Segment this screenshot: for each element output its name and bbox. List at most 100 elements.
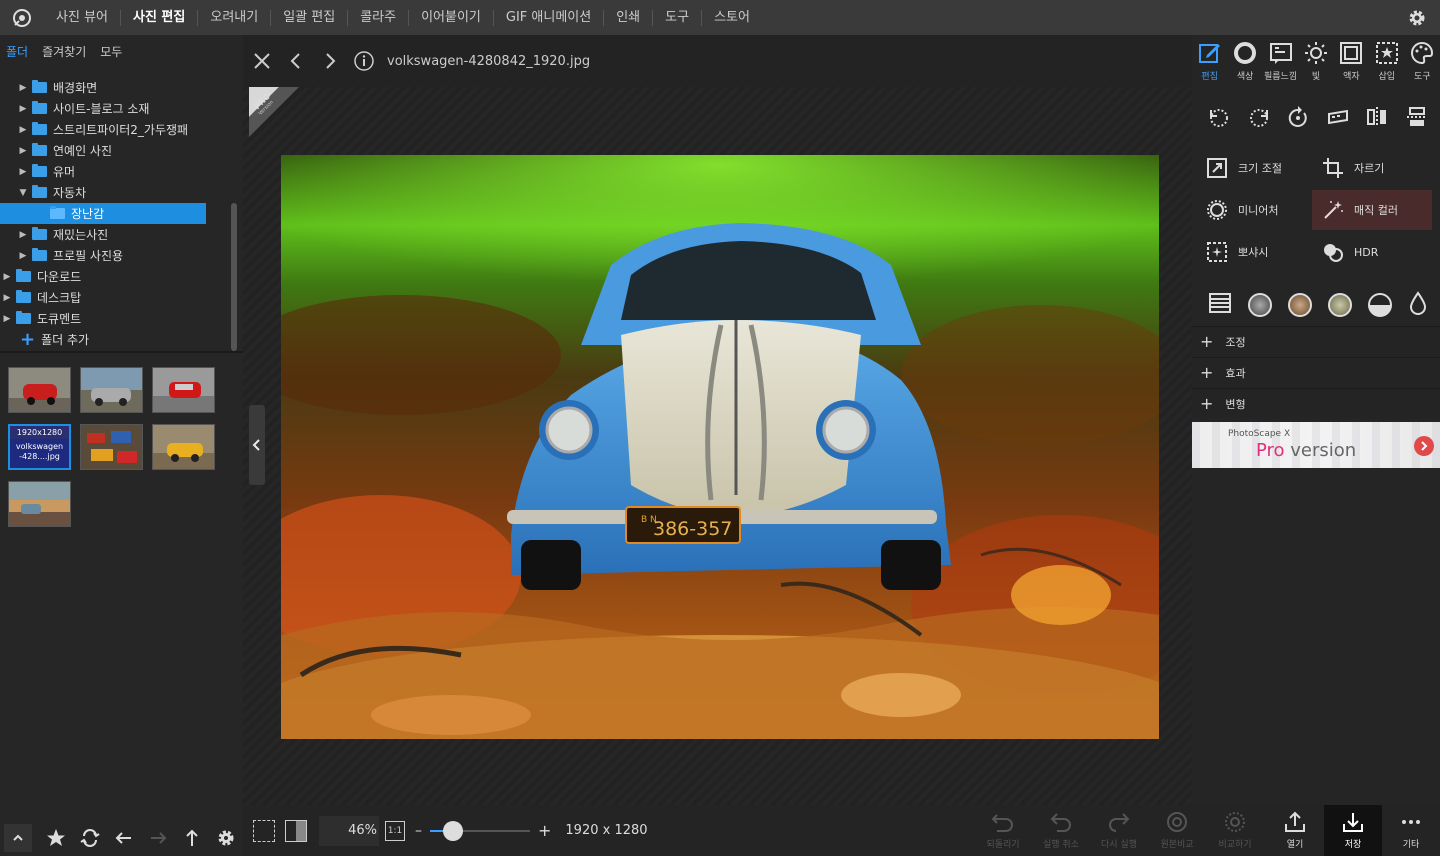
zoom-slider[interactable] xyxy=(430,820,530,841)
open-button[interactable]: 열기 xyxy=(1266,805,1324,856)
thumbnail[interactable] xyxy=(80,367,143,413)
rotate-right-icon[interactable] xyxy=(1244,102,1274,132)
zoom-slider-handle[interactable] xyxy=(442,820,463,841)
more-button[interactable]: 기타 xyxy=(1382,805,1440,856)
magic-color-button[interactable]: 매직 컬러 xyxy=(1312,190,1432,230)
filter-gray-icon[interactable] xyxy=(1248,293,1272,317)
zoom-level-box[interactable]: 46% xyxy=(319,815,379,846)
expand-arrow-icon[interactable]: ▶ xyxy=(0,314,14,324)
save-button[interactable]: 저장 xyxy=(1324,805,1382,856)
section-adjust[interactable]: + 조정 xyxy=(1192,326,1440,356)
expand-arrow-icon[interactable]: ▶ xyxy=(16,146,30,156)
favorite-star-icon[interactable] xyxy=(46,828,66,848)
expand-arrow-icon[interactable]: ▶ xyxy=(16,230,30,240)
next-image-icon[interactable] xyxy=(313,44,347,78)
banner-next-arrow-icon[interactable] xyxy=(1414,436,1434,456)
section-transform[interactable]: + 변형 xyxy=(1192,388,1440,418)
collapse-up-icon[interactable] xyxy=(4,824,32,852)
droplet-icon[interactable] xyxy=(1408,291,1428,319)
menu-lines-icon[interactable] xyxy=(1208,291,1232,319)
menu-print[interactable]: 인쇄 xyxy=(604,0,652,35)
collapse-panel-tab[interactable] xyxy=(249,405,265,485)
crop-button[interactable]: 자르기 xyxy=(1312,148,1426,188)
tab-all[interactable]: 모두 xyxy=(100,43,122,60)
expand-arrow-icon[interactable]: ▶ xyxy=(16,167,30,177)
select-region-icon[interactable] xyxy=(253,819,275,842)
tree-item[interactable]: ▶ 연예인 사진 xyxy=(0,140,230,161)
tab-edit[interactable]: 편집 xyxy=(1192,35,1227,87)
expand-arrow-icon[interactable]: ▶ xyxy=(16,251,30,261)
back-arrow-icon[interactable] xyxy=(114,828,134,848)
menu-batch[interactable]: 일괄 편집 xyxy=(271,0,347,35)
tree-item[interactable]: ▶ 사이트-블로그 소재 xyxy=(0,98,230,119)
expand-arrow-icon[interactable]: ▶ xyxy=(16,125,30,135)
thumbnail-selected[interactable]: 1920x1280 volkswagen -428....jpg xyxy=(8,424,71,470)
menu-cut-out[interactable]: 오려내기 xyxy=(198,0,270,35)
browser-settings-gear-icon[interactable] xyxy=(216,828,236,848)
collapse-arrow-icon[interactable]: ▼ xyxy=(16,188,30,198)
compare-split-icon[interactable] xyxy=(285,819,307,842)
menu-combine[interactable]: 이어붙이기 xyxy=(409,0,493,35)
rotate-90-icon[interactable] xyxy=(1283,102,1313,132)
settings-gear-icon[interactable] xyxy=(1406,7,1428,29)
edited-photo[interactable]: B N 386-357 xyxy=(281,155,1159,739)
revert-button[interactable]: 되돌리기 xyxy=(974,805,1032,856)
filter-olive-icon[interactable] xyxy=(1328,293,1352,317)
tree-item[interactable]: ▶ 프로필 사진용 xyxy=(0,245,230,266)
section-effects[interactable]: + 효과 xyxy=(1192,357,1440,387)
tree-item[interactable]: ▶ 스트리트파이터2_가두쟁패 xyxy=(0,119,230,140)
expand-arrow-icon[interactable]: ▶ xyxy=(0,272,14,282)
bloom-button[interactable]: 뽀샤시 xyxy=(1196,232,1310,272)
thumbnail[interactable] xyxy=(8,367,71,413)
close-icon[interactable] xyxy=(245,44,279,78)
tree-item[interactable]: ▼ 자동차 xyxy=(0,182,230,203)
tab-tools[interactable]: 도구 xyxy=(1405,35,1440,87)
zoom-in-icon[interactable]: + xyxy=(538,821,551,840)
up-arrow-icon[interactable] xyxy=(182,828,202,848)
flip-vertical-icon[interactable] xyxy=(1402,102,1432,132)
menu-photo-editor[interactable]: 사진 편집 xyxy=(121,0,197,35)
tab-insert[interactable]: 삽입 xyxy=(1369,35,1404,87)
tree-item-selected[interactable]: 장난감 xyxy=(0,203,206,224)
straighten-icon[interactable] xyxy=(1323,102,1353,132)
expand-arrow-icon[interactable]: ▶ xyxy=(16,104,30,114)
tab-favorites[interactable]: 즐겨찾기 xyxy=(42,43,86,60)
zoom-out-icon[interactable]: – xyxy=(415,823,422,839)
add-folder-button[interactable]: + 폴더 추가 xyxy=(0,329,230,350)
resize-button[interactable]: 크기 조절 xyxy=(1196,148,1310,188)
filter-sepia-icon[interactable] xyxy=(1288,293,1312,317)
tree-item[interactable]: ▶ 배경화면 xyxy=(0,77,230,98)
refresh-icon[interactable] xyxy=(80,828,100,848)
tab-frame[interactable]: 액자 xyxy=(1334,35,1369,87)
compare-button[interactable]: 비교하기 xyxy=(1206,805,1264,856)
menu-tools[interactable]: 도구 xyxy=(653,0,701,35)
app-logo-icon[interactable] xyxy=(0,0,44,35)
tab-film[interactable]: 필름느낌 xyxy=(1263,35,1298,87)
forward-arrow-icon[interactable] xyxy=(148,828,168,848)
hdr-button[interactable]: HDR xyxy=(1312,232,1426,272)
undo-button[interactable]: 실행 취소 xyxy=(1032,805,1090,856)
thumbnail[interactable] xyxy=(8,481,71,527)
menu-store[interactable]: 스토어 xyxy=(702,0,762,35)
original-compare-button[interactable]: 원본비교 xyxy=(1148,805,1206,856)
previous-image-icon[interactable] xyxy=(279,44,313,78)
tree-item[interactable]: ▶ 다운로드 xyxy=(0,266,230,287)
thumbnail[interactable] xyxy=(80,424,143,470)
tree-scrollbar[interactable] xyxy=(231,203,237,351)
menu-gif-animation[interactable]: GIF 애니메이션 xyxy=(494,0,603,35)
menu-collage[interactable]: 콜라주 xyxy=(348,0,408,35)
filter-contrast-icon[interactable] xyxy=(1368,293,1392,317)
tree-item[interactable]: ▶ 유머 xyxy=(0,161,230,182)
tab-light[interactable]: 빛 xyxy=(1298,35,1333,87)
tab-color[interactable]: 색상 xyxy=(1227,35,1262,87)
expand-arrow-icon[interactable]: ▶ xyxy=(16,83,30,93)
flip-horizontal-icon[interactable] xyxy=(1362,102,1392,132)
menu-photo-viewer[interactable]: 사진 뷰어 xyxy=(44,0,120,35)
tree-item[interactable]: ▶ 도큐멘트 xyxy=(0,308,230,329)
tab-folders[interactable]: 폴더 xyxy=(6,43,28,60)
miniature-button[interactable]: 미니어처 xyxy=(1196,190,1310,230)
thumbnail[interactable] xyxy=(152,424,215,470)
actual-size-button[interactable]: 1:1 xyxy=(385,820,405,841)
thumbnail[interactable] xyxy=(152,367,215,413)
pro-version-banner[interactable]: PhotoScape X Pro version xyxy=(1192,422,1440,468)
